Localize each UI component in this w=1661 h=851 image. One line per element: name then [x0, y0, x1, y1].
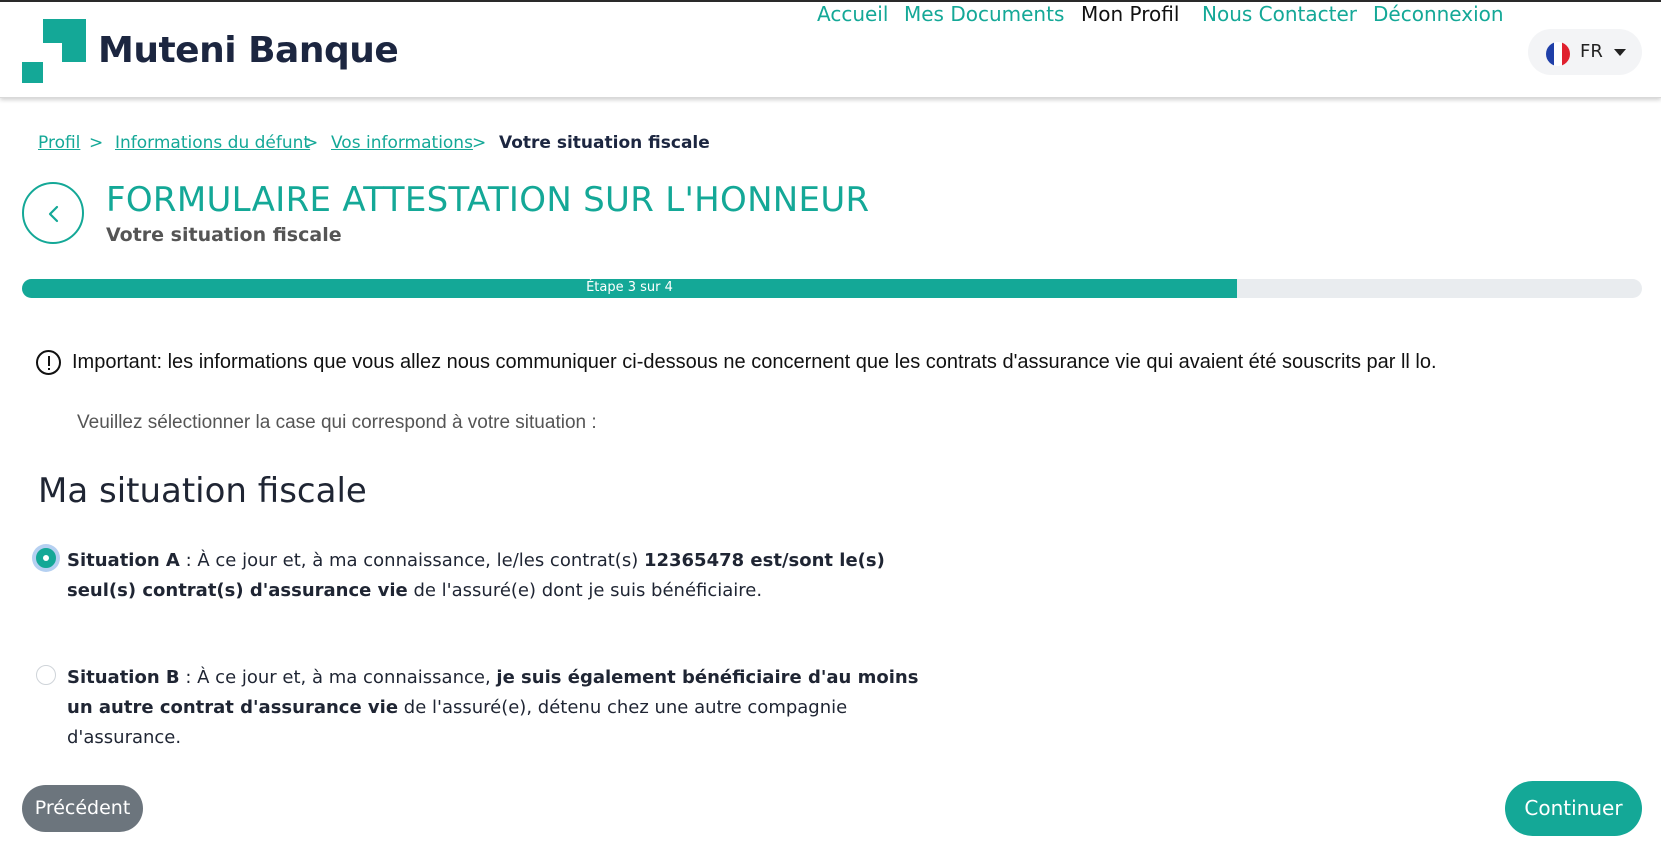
back-button[interactable] [22, 182, 84, 244]
option-label: Situation B [67, 667, 180, 688]
breadcrumb-link-vos-informations[interactable]: Vos informations [331, 133, 473, 153]
breadcrumb-separator: > [472, 133, 487, 153]
language-selector[interactable]: FR [1528, 29, 1642, 75]
breadcrumb-link-defunt[interactable]: Informations du défunt [115, 133, 310, 153]
page-title: FORMULAIRE ATTESTATION SUR L'HONNEUR [106, 180, 870, 220]
option-text-part: : À ce jour et, à ma connaissance, [179, 667, 497, 688]
nav-mon-profil[interactable]: Mon Profil [1081, 2, 1179, 26]
option-text: Situation A : À ce jour et, à ma connais… [67, 546, 947, 606]
page-subtitle: Votre situation fiscale [106, 224, 342, 246]
progress-bar: Étape 3 sur 4 [22, 279, 1642, 298]
instruction-text: Veuillez sélectionner la case qui corres… [77, 412, 597, 433]
section-title: Ma situation fiscale [38, 471, 367, 511]
breadcrumb-link-profil[interactable]: Profil [38, 133, 80, 153]
brand-name[interactable]: Muteni Banque [98, 30, 399, 71]
continue-button[interactable]: Continuer [1505, 781, 1642, 836]
chevron-left-icon [48, 205, 59, 223]
nav-nous-contacter[interactable]: Nous Contacter [1202, 2, 1357, 26]
option-text-part: : À ce jour et, à ma connaissance, le/le… [179, 550, 644, 571]
nav-mes-documents[interactable]: Mes Documents [904, 2, 1064, 26]
caret-down-icon [1614, 49, 1626, 56]
exclamation-circle-icon [36, 350, 61, 375]
breadcrumb-separator: > [89, 133, 104, 153]
site-header: Muteni Banque Accueil Mes Documents Mon … [0, 2, 1661, 98]
radio-situation-a[interactable] [36, 548, 56, 568]
language-label: FR [1580, 41, 1603, 62]
option-text: Situation B : À ce jour et, à ma connais… [67, 663, 947, 753]
france-flag-icon [1546, 42, 1570, 66]
nav-deconnexion[interactable]: Déconnexion [1373, 2, 1504, 26]
radio-situation-b[interactable] [36, 665, 56, 685]
notice-text: Important: les informations que vous all… [72, 351, 1437, 373]
nav-accueil[interactable]: Accueil [817, 2, 888, 26]
progress-label: Étape 3 sur 4 [586, 280, 673, 295]
option-text-part: de l'assuré(e) dont je suis bénéficiaire… [407, 580, 763, 601]
option-label: Situation A [67, 550, 180, 571]
breadcrumb-current: Votre situation fiscale [499, 133, 710, 153]
previous-button[interactable]: Précédent [22, 785, 143, 832]
brand-logo-icon[interactable] [22, 19, 86, 83]
breadcrumb-separator: > [304, 133, 319, 153]
